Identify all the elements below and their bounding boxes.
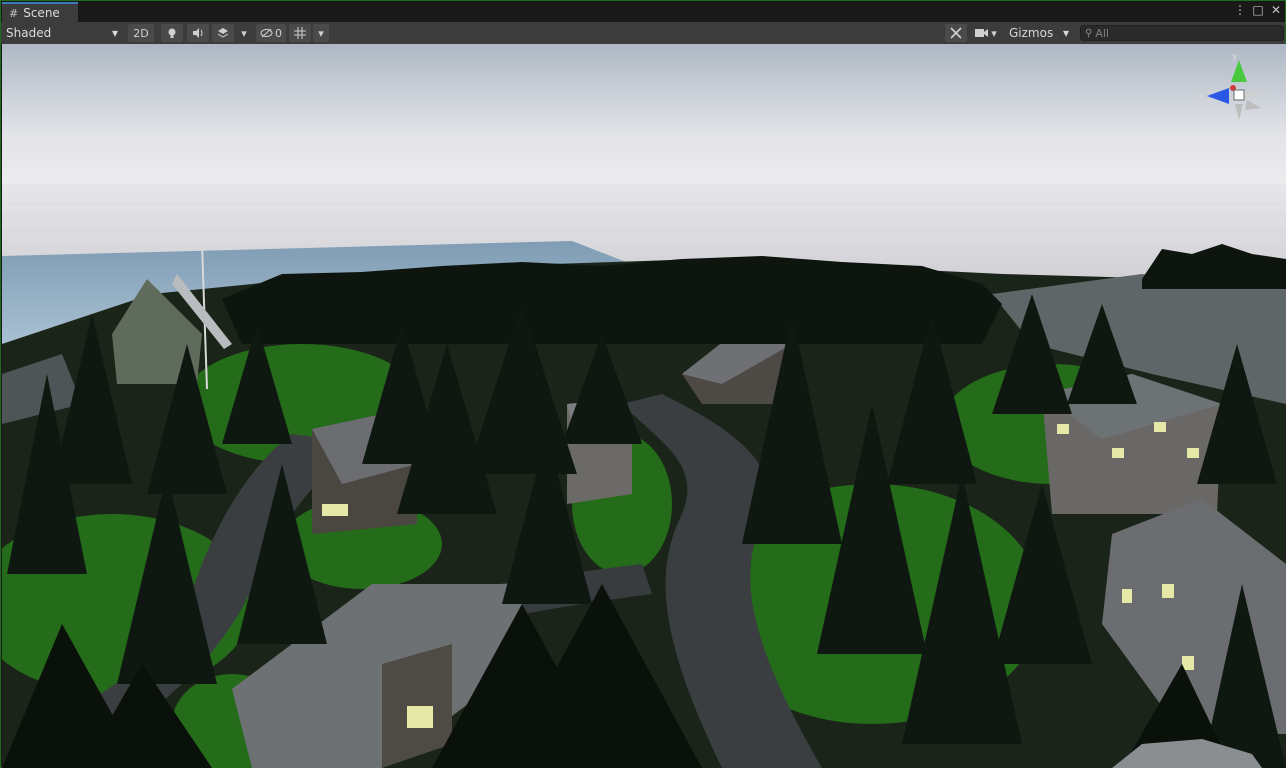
- neg-y-axis-cone[interactable]: [1235, 104, 1243, 120]
- scene-visibility-button[interactable]: 0: [256, 24, 286, 42]
- grid-icon: [294, 27, 306, 39]
- gizmos-dropdown[interactable]: Gizmos ▾: [1005, 24, 1073, 42]
- gizmo-center-cube[interactable]: [1233, 89, 1245, 101]
- maximize-icon[interactable]: □: [1251, 3, 1265, 17]
- chevron-down-icon: ▾: [111, 26, 118, 40]
- tools-button[interactable]: [945, 24, 967, 42]
- hidden-objects-count: 0: [275, 26, 282, 40]
- grid-dropdown-button[interactable]: ▾: [313, 24, 329, 42]
- effects-dropdown-button[interactable]: ▾: [236, 24, 252, 42]
- z-axis-label: z: [1198, 92, 1203, 102]
- close-icon[interactable]: ✕: [1269, 3, 1283, 17]
- search-field[interactable]: ⚲: [1080, 25, 1284, 41]
- neg-z-axis-cone[interactable]: [1245, 100, 1261, 110]
- layers-icon: [217, 28, 229, 38]
- sky: [2, 44, 1286, 194]
- tab-label: Scene: [23, 6, 60, 20]
- orientation-gizmo[interactable]: [1197, 52, 1277, 132]
- scene-viewport[interactable]: y z < Persp: [2, 44, 1286, 768]
- more-options-icon[interactable]: ⋮: [1233, 3, 1247, 17]
- y-axis-label: y: [1232, 52, 1238, 62]
- z-axis-cone[interactable]: [1207, 88, 1229, 104]
- window-buttons: ⋮ □ ✕: [1233, 3, 1283, 17]
- toggle-2d-button[interactable]: 2D: [128, 24, 154, 42]
- chevron-down-icon: ▾: [318, 26, 324, 40]
- scene-render: [2, 44, 1286, 768]
- effects-toggle-button[interactable]: [212, 24, 234, 42]
- tools-icon: [950, 27, 962, 39]
- scene-tab-icon: #: [9, 6, 19, 20]
- lightbulb-icon: [168, 28, 176, 38]
- shading-mode-value: Shaded: [6, 26, 52, 40]
- audio-toggle-button[interactable]: [187, 24, 209, 42]
- eye-hidden-icon: [260, 28, 273, 38]
- y-axis-cone[interactable]: [1231, 60, 1247, 82]
- shading-mode-dropdown[interactable]: Shaded ▾: [2, 24, 122, 42]
- grid-toggle-button[interactable]: [289, 24, 311, 42]
- speaker-icon: [193, 28, 203, 38]
- lighting-toggle-button[interactable]: [161, 24, 183, 42]
- chevron-down-icon: ▾: [241, 26, 247, 40]
- search-input[interactable]: [1095, 26, 1276, 40]
- chevron-down-icon: ▾: [991, 26, 997, 40]
- chevron-down-icon: ▾: [1062, 26, 1069, 40]
- camera-icon: [975, 29, 989, 37]
- projection-mode-label[interactable]: < Persp: [1212, 138, 1255, 151]
- camera-settings-button[interactable]: ▾: [971, 24, 1001, 42]
- gizmos-label: Gizmos: [1009, 26, 1054, 40]
- neg-x-axis-cone[interactable]: [1245, 88, 1265, 100]
- toggle-2d-label: 2D: [133, 26, 149, 40]
- tab-scene[interactable]: # Scene: [2, 2, 78, 22]
- tab-bar: # Scene ⋮ □ ✕: [1, 1, 1285, 22]
- search-icon: ⚲: [1085, 27, 1093, 39]
- scene-toolbar: Shaded ▾ 2D ▾ 0 ▾ ▾ Gizmos ▾ ⚲ All: [1, 22, 1285, 45]
- scene-window: # Scene ⋮ □ ✕ Shaded ▾ 2D ▾ 0 ▾ ▾ Gizmos…: [0, 0, 1286, 768]
